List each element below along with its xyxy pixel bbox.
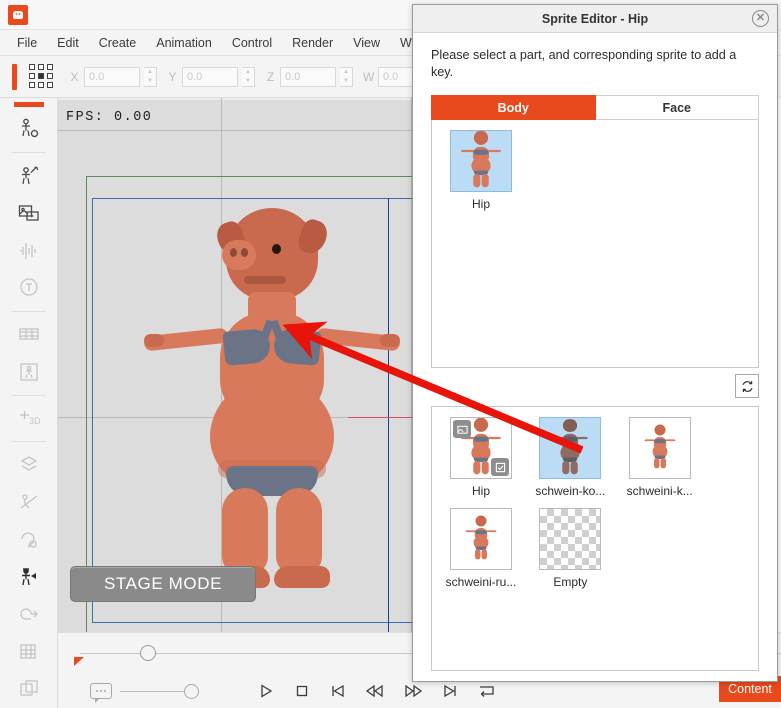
dialog-instruction: Please select a part, and corresponding … xyxy=(431,48,737,79)
audio-waveform-icon xyxy=(9,233,49,268)
comment-bubble-icon[interactable] xyxy=(90,683,112,703)
tool-rail: 3D xyxy=(0,98,58,708)
sprite-thumbnail[interactable] xyxy=(450,417,512,479)
speed-slider-handle[interactable] xyxy=(184,683,199,699)
rail-separator xyxy=(11,394,46,396)
puppet-frame-icon xyxy=(9,354,49,389)
y-field-group: Y 0.0 ▲ ▼ xyxy=(167,66,255,87)
z-field-group: Z 0.0 ▲ ▼ xyxy=(265,66,353,87)
parts-list[interactable]: Hip xyxy=(431,120,759,368)
menu-item-animation[interactable]: Animation xyxy=(147,32,221,54)
sprite-thumbnail[interactable] xyxy=(450,508,512,570)
layers-icon xyxy=(9,447,49,482)
part-label: Hip xyxy=(471,197,490,211)
sprite-editor-icon[interactable] xyxy=(9,559,49,594)
rail-active-indicator xyxy=(13,102,44,107)
refresh-row xyxy=(431,368,759,406)
z-input[interactable]: 0.0 xyxy=(280,66,336,87)
menu-item-file[interactable]: File xyxy=(8,32,46,54)
refresh-icon[interactable] xyxy=(735,374,759,398)
image-badge-icon xyxy=(453,420,471,438)
media-image-icon[interactable] xyxy=(9,195,49,230)
rewind-button[interactable] xyxy=(365,682,385,700)
y-label: Y xyxy=(168,69,177,84)
z-label: Z xyxy=(266,69,275,84)
x-field-group: X 0.0 ▲ ▼ xyxy=(69,66,157,87)
sprite-label: schweini-ru... xyxy=(445,575,517,589)
sprite-item[interactable]: schweini-ru... xyxy=(442,508,520,589)
character-animate-icon[interactable] xyxy=(9,158,49,193)
dialog-title: Sprite Editor - Hip xyxy=(541,11,649,26)
timeline-handle[interactable] xyxy=(140,645,156,661)
transport-buttons xyxy=(257,682,497,700)
toolbar-accent-bar xyxy=(12,63,17,90)
x-stepper[interactable]: ▲ ▼ xyxy=(144,66,157,87)
sprite-item[interactable]: Hip xyxy=(442,417,520,498)
sprite-item[interactable]: schweini-k... xyxy=(621,417,699,498)
stop-button[interactable] xyxy=(293,682,311,700)
menu-item-create[interactable]: Create xyxy=(90,32,146,54)
stage-mode-button[interactable]: STAGE MODE xyxy=(70,566,256,602)
character-setup-icon[interactable] xyxy=(9,112,49,147)
motion-path-icon xyxy=(9,484,49,519)
speed-slider-track[interactable] xyxy=(120,690,186,692)
tab-face[interactable]: Face xyxy=(595,95,759,120)
dialog-body: Please select a part, and corresponding … xyxy=(413,33,777,681)
text-bubble-icon xyxy=(9,270,49,305)
three-d-icon: 3D xyxy=(9,401,49,436)
x-label: X xyxy=(70,69,79,84)
sprite-label: schwein-ko... xyxy=(535,484,606,498)
pig-thumb-image xyxy=(551,418,591,478)
face-puppet-icon xyxy=(9,522,49,557)
timeline-strip-icon xyxy=(9,317,49,352)
head-turn-icon xyxy=(9,597,49,632)
pivot-grid-icon[interactable] xyxy=(29,63,55,90)
menu-item-edit[interactable]: Edit xyxy=(48,32,88,54)
menu-item-control[interactable]: Control xyxy=(223,32,281,54)
sprite-thumbnail-empty[interactable] xyxy=(539,508,602,570)
pig-thumb-image xyxy=(461,131,501,191)
tab-body[interactable]: Body xyxy=(431,95,596,120)
sprite-label: schweini-k... xyxy=(626,484,693,498)
play-button[interactable] xyxy=(257,682,275,700)
checkbox-badge-icon xyxy=(491,458,509,476)
app-logo-icon xyxy=(8,4,28,25)
sprite-item[interactable]: schwein-ko... xyxy=(531,417,609,498)
svg-text:3D: 3D xyxy=(29,416,41,426)
sprite-label: Empty xyxy=(553,575,588,589)
menu-item-view[interactable]: View xyxy=(344,32,389,54)
z-stepper[interactable]: ▲ ▼ xyxy=(340,66,353,87)
sprite-thumbnail[interactable] xyxy=(628,417,691,479)
grid-scene-icon xyxy=(9,634,49,669)
skip-to-start-button[interactable] xyxy=(329,682,347,700)
menu-item-render[interactable]: Render xyxy=(283,32,342,54)
fps-readout: FPS: 0.00 xyxy=(66,110,153,125)
part-thumbnail[interactable] xyxy=(450,130,512,192)
part-category-tabs: Body Face xyxy=(431,95,759,120)
pig-character[interactable] xyxy=(143,204,401,604)
close-icon[interactable]: ✕ xyxy=(752,10,769,27)
x-input[interactable]: 0.0 xyxy=(84,66,140,87)
loop-button[interactable] xyxy=(477,682,497,700)
timeline-marker-icon xyxy=(74,657,84,666)
part-item[interactable]: Hip xyxy=(442,130,520,211)
sprite-item[interactable]: Empty xyxy=(531,508,609,589)
pig-thumb-image xyxy=(644,424,676,472)
w-label: W xyxy=(363,69,375,84)
rail-separator xyxy=(11,440,46,442)
skip-to-end-button[interactable] xyxy=(441,682,459,700)
sprite-label: Hip xyxy=(471,484,490,498)
rail-separator xyxy=(11,310,46,312)
sprite-list[interactable]: Hip schwein-ko... schweini-k... schweini… xyxy=(431,406,759,671)
pig-thumb-image xyxy=(465,515,497,563)
dialog-title-bar: Sprite Editor - Hip ✕ xyxy=(413,5,777,33)
y-stepper[interactable]: ▲ ▼ xyxy=(242,66,255,87)
fast-forward-button[interactable] xyxy=(403,682,423,700)
rail-separator xyxy=(11,152,46,154)
y-input[interactable]: 0.0 xyxy=(182,66,238,87)
sprite-thumbnail[interactable] xyxy=(539,417,602,479)
copy-stack-icon xyxy=(9,672,49,707)
sprite-editor-dialog: Sprite Editor - Hip ✕ Please select a pa… xyxy=(412,4,778,682)
